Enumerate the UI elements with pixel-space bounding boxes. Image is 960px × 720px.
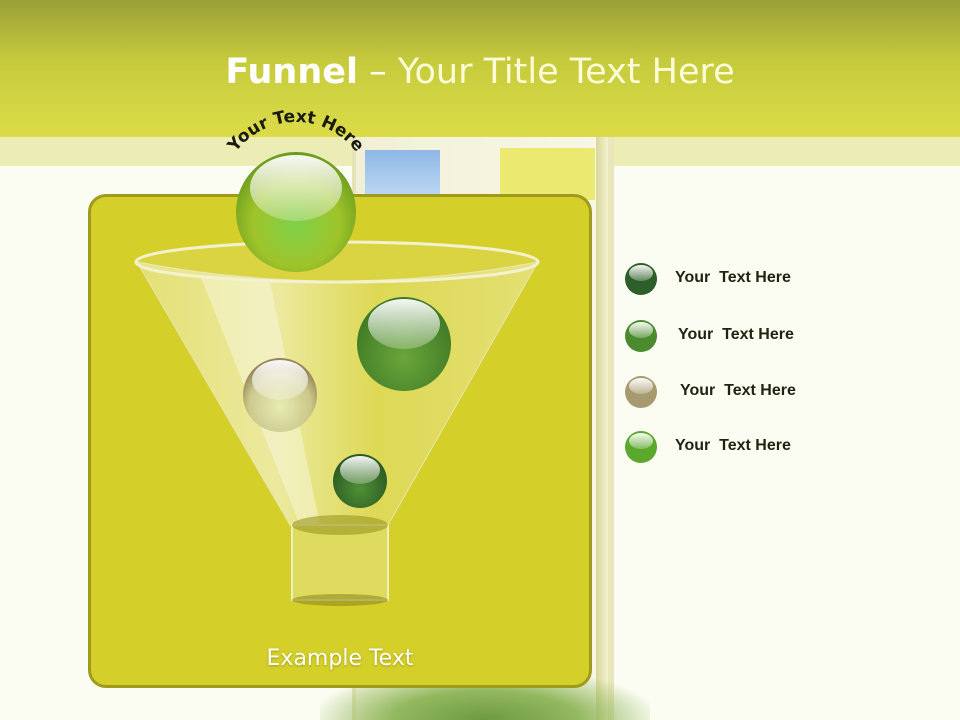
legend-label-2: Your Text Here	[678, 326, 794, 343]
ball-bottom	[333, 454, 387, 508]
panel-caption: Example Text	[266, 646, 414, 671]
funnel-spout-bottom	[292, 594, 388, 606]
legend-ball-4	[625, 431, 657, 463]
legend-ball-3	[625, 376, 657, 408]
funnel-spout	[291, 524, 389, 601]
ball-right	[357, 297, 451, 391]
legend-label-1: Your Text Here	[675, 269, 791, 286]
legend-ball-1	[625, 263, 657, 295]
legend-balls	[625, 263, 657, 463]
funnel-spout-top	[292, 515, 388, 535]
ball-left	[243, 358, 317, 432]
legend-ball-2	[625, 320, 657, 352]
legend-label-3: Your Text Here	[680, 382, 796, 399]
arc-label: Your Text Here	[223, 107, 368, 157]
arc-label-path: Your Text Here	[223, 107, 368, 157]
funnel-diagram: Your Text Here	[134, 107, 657, 606]
ball-top	[236, 152, 356, 272]
legend-label-4: Your Text Here	[675, 437, 791, 454]
